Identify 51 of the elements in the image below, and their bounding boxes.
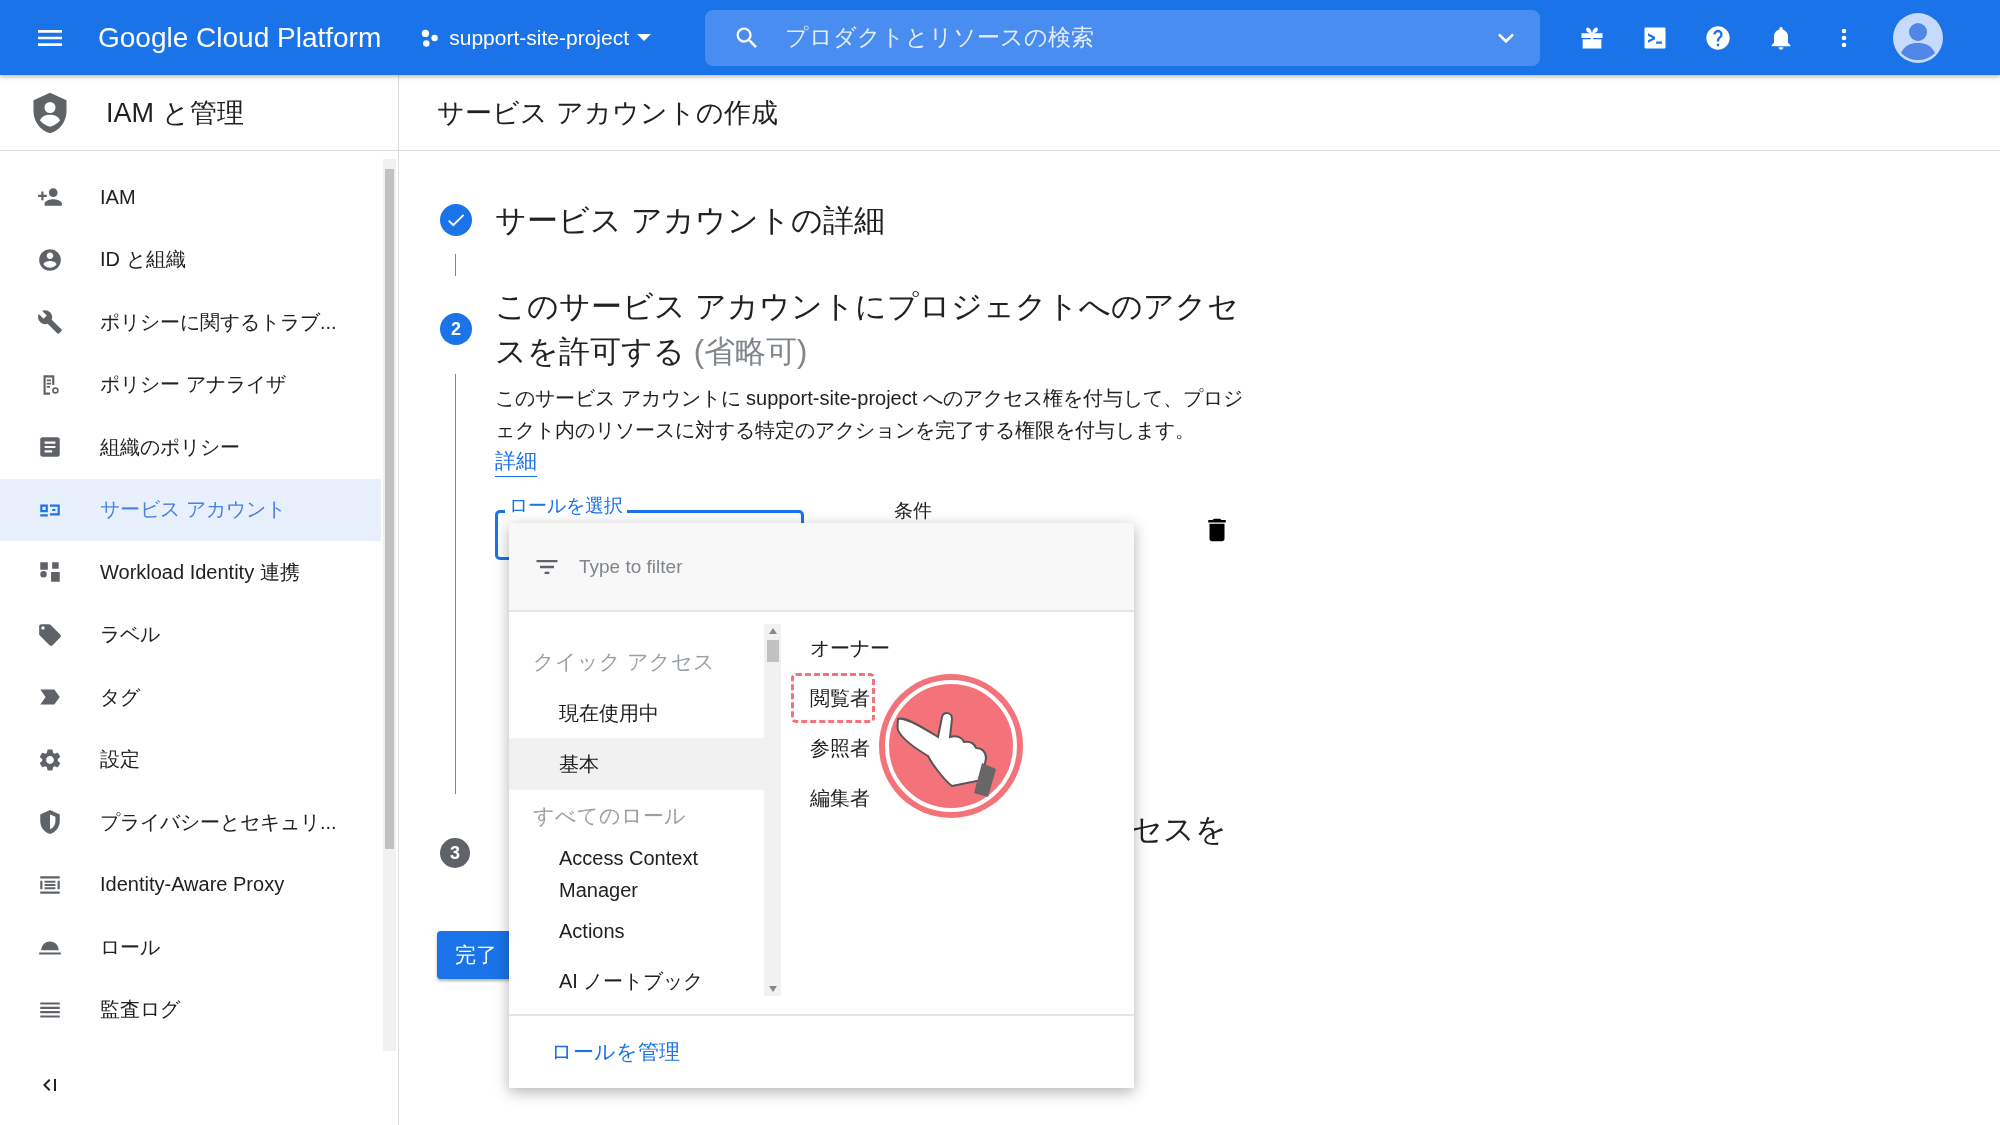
step-number: 3 xyxy=(440,838,470,868)
sidebar-item[interactable]: タグ xyxy=(0,666,381,729)
search-field[interactable]: プロダクトとリソースの検索 xyxy=(783,23,1468,52)
manage-roles-link[interactable]: ロールを管理 xyxy=(551,1038,680,1066)
sidebar-item[interactable]: 組織のポリシー xyxy=(0,416,381,479)
sidebar-item[interactable]: 設定 xyxy=(0,728,381,791)
section-title: IAM と管理 xyxy=(106,96,244,130)
product-name[interactable]: Google Cloud Platform xyxy=(98,21,382,54)
scrollbar-thumb[interactable] xyxy=(766,640,779,662)
role-option[interactable]: 編集者 xyxy=(791,773,875,823)
scroll-up-icon[interactable] xyxy=(767,628,778,634)
step-title: このサービス アカウントにプロジェクトへのアクセスを許可する (省略可) xyxy=(495,288,1240,371)
condition-label: 条件 xyxy=(894,499,932,523)
sidebar-item[interactable]: IAM xyxy=(0,166,381,229)
help-icon[interactable] xyxy=(1704,23,1732,52)
scroll-down-icon[interactable] xyxy=(767,986,778,992)
scrollbar[interactable] xyxy=(764,624,781,996)
search-bar[interactable]: プロダクトとリソースの検索 xyxy=(705,9,1540,66)
category-heading: すべてのロール xyxy=(532,803,687,829)
sidebar-item[interactable]: ポリシー アナライザ xyxy=(0,353,381,416)
page-title: サービス アカウントの作成 xyxy=(437,96,778,130)
pointing-hand-icon xyxy=(879,674,1023,818)
sidebar-item[interactable]: 監査ログ xyxy=(0,978,381,1041)
role-option[interactable]: 参照者 xyxy=(791,723,875,773)
description: このサービス アカウントに support-site-project へのアクセス権を付与して、プロジェクト内のリソースに対する特定のアクションを完了する権限を付与します。 xyxy=(495,386,1243,443)
wrench-icon xyxy=(37,309,63,336)
sidebar-item[interactable]: ポリシーに関するトラブ... xyxy=(0,291,381,354)
caret-icon xyxy=(637,34,651,41)
role-option[interactable]: 閲覧者 xyxy=(791,673,875,723)
sidebar-item[interactable]: プライバシーとセキュリ... xyxy=(0,791,381,854)
category-item[interactable]: 現在使用中 xyxy=(509,688,764,738)
step-title: セスを xyxy=(1131,811,1227,849)
category-heading: クイック アクセス xyxy=(532,649,716,675)
sidebar-item[interactable]: Identity-Aware Proxy xyxy=(0,853,381,916)
filter-field[interactable]: Type to filter xyxy=(577,554,981,579)
sidebar-item[interactable]: ロール xyxy=(0,916,381,979)
role-option[interactable]: オーナー xyxy=(791,623,895,673)
sidebar-item[interactable]: Workload Identity 連携 xyxy=(0,541,381,604)
sidebar-item[interactable]: ラベル xyxy=(0,603,381,666)
step-title: サービス アカウントの詳細 xyxy=(495,201,885,240)
details-link[interactable]: 詳細 xyxy=(495,446,537,477)
field-label: ロールを選択 xyxy=(505,495,627,517)
category-item[interactable]: Access Context Manager xyxy=(509,842,764,906)
step-number: 2 xyxy=(440,313,472,345)
project-picker[interactable]: support-site-project xyxy=(415,21,655,54)
price-tag-icon xyxy=(37,621,63,648)
shield-icon xyxy=(37,809,63,836)
category-item[interactable]: 基本 xyxy=(509,738,764,790)
avatar-icon[interactable] xyxy=(1893,12,1943,63)
scrollbar[interactable] xyxy=(383,159,396,1051)
sidebar-item[interactable]: ID と組織 xyxy=(0,228,381,291)
